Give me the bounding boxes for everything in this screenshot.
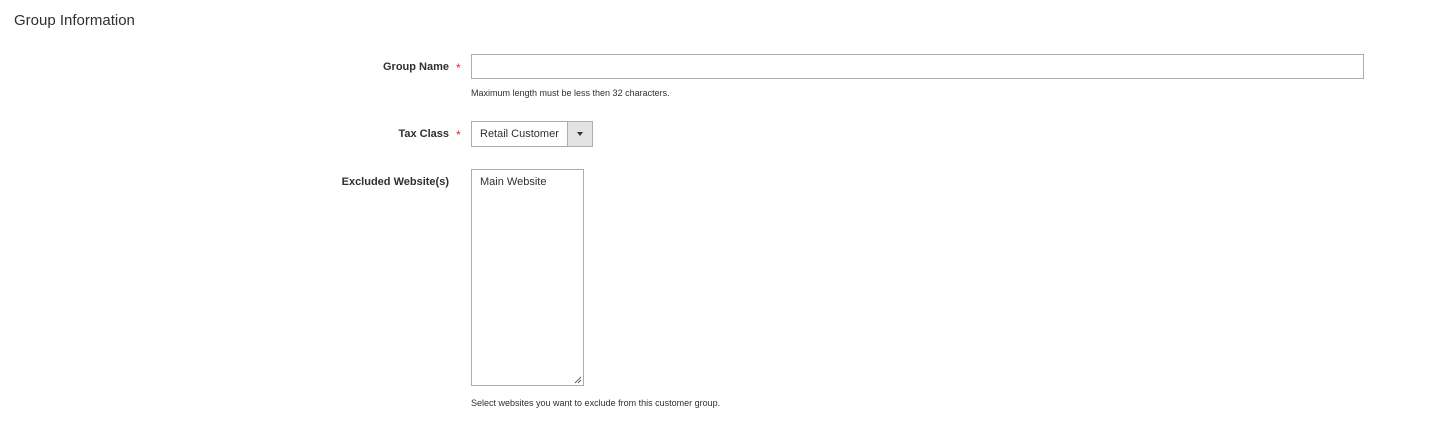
group-name-label: Group Name xyxy=(382,61,449,73)
tax-class-select[interactable]: Retail Customer xyxy=(471,121,593,147)
tax-class-label: Tax Class xyxy=(398,128,449,140)
group-name-note: Maximum length must be less then 32 char… xyxy=(471,88,670,98)
website-option-main[interactable]: Main Website xyxy=(480,176,546,188)
resize-grip-icon[interactable] xyxy=(574,376,582,384)
excluded-websites-multiselect[interactable]: Main Website xyxy=(471,169,584,386)
tax-class-dropdown-button[interactable] xyxy=(567,122,592,146)
group-name-required-marker: * xyxy=(456,61,461,75)
tax-class-required-marker: * xyxy=(456,128,461,142)
excluded-websites-label: Excluded Website(s) xyxy=(341,176,449,188)
chevron-down-icon xyxy=(577,132,583,136)
group-name-input[interactable] xyxy=(471,54,1364,79)
section-title: Group Information xyxy=(14,12,135,29)
excluded-websites-note: Select websites you want to exclude from… xyxy=(471,398,721,408)
tax-class-selected-value: Retail Customer xyxy=(480,128,559,140)
